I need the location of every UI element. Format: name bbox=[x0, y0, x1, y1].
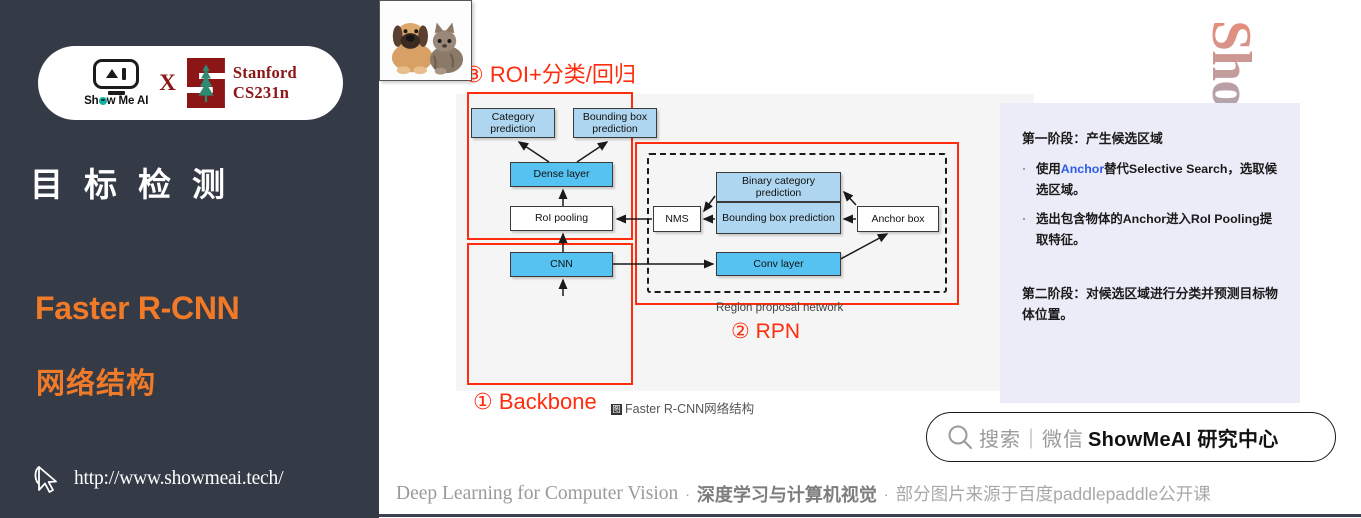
stanford-logo-group: Stanford CS231n bbox=[186, 58, 297, 108]
explanation-inner: 第一阶段：产生候选区域 · 使用Anchor替代Selective Search… bbox=[1000, 103, 1300, 325]
content-area: ShowMeAI ③ ROI+分类/回归 bbox=[379, 0, 1361, 518]
left-title-panel: Sh w Me AI X Stanford CS231n 目标检测 Faster… bbox=[0, 0, 379, 518]
search-bar[interactable]: 搜索｜微信 ShowMeAI 研究中心 bbox=[926, 412, 1336, 462]
footer-english: Deep Learning for Computer Vision bbox=[396, 482, 679, 504]
brand-pill: Sh w Me AI X Stanford CS231n bbox=[38, 46, 343, 120]
node-anchor-box[interactable]: Anchor box bbox=[857, 206, 939, 232]
stanford-tree-icon bbox=[198, 64, 214, 102]
site-url-label[interactable]: http://www.showmeai.tech/ bbox=[74, 468, 283, 490]
figure-caption: 图 Faster R-CNN网络结构 bbox=[611, 398, 754, 417]
showmeai-wordmark: Sh w Me AI bbox=[84, 94, 149, 107]
annotation-backbone-label: ① Backbone bbox=[473, 389, 597, 414]
bullet-text-1: 使用Anchor替代Selective Search，选取候选区域。 bbox=[1036, 159, 1284, 200]
explanation-panel: 第一阶段：产生候选区域 · 使用Anchor替代Selective Search… bbox=[1000, 103, 1300, 403]
footer-chinese-bold: 深度学习与计算机视觉 bbox=[696, 484, 877, 505]
node-bounding-box-prediction-head[interactable]: Bounding box prediction bbox=[573, 108, 657, 138]
bullet-1-pre: 使用 bbox=[1036, 162, 1061, 177]
subtitle-chinese: 网络结构 bbox=[36, 368, 157, 400]
annotation-rpn-label: ② RPN bbox=[731, 320, 800, 343]
logo-dot-icon bbox=[98, 96, 107, 105]
search-icon bbox=[948, 425, 972, 449]
caret-shape bbox=[106, 69, 119, 79]
stanford-line2: CS231n bbox=[232, 83, 290, 102]
search-brand-label: ShowMeAI 研究中心 bbox=[1088, 428, 1279, 451]
stage2-paragraph: 第二阶段：对候选区域进行分类并预测目标物体位置。 bbox=[1022, 286, 1278, 322]
slide-root: Sh w Me AI X Stanford CS231n 目标检测 Faster… bbox=[0, 0, 1361, 518]
stanford-line1: Stanford bbox=[232, 63, 297, 83]
footer-chinese-note: 部分图片来源于百度paddlepaddle公开课 bbox=[895, 484, 1211, 504]
node-conv-layer[interactable]: Conv layer bbox=[716, 252, 841, 276]
node-binary-category-prediction[interactable]: Binary category prediction bbox=[716, 172, 841, 202]
bullet-1-highlight: Anchor bbox=[1060, 162, 1105, 177]
site-link-row[interactable]: http://www.showmeai.tech/ bbox=[32, 463, 283, 495]
footer-separator-2: · bbox=[883, 485, 889, 502]
stage1-heading: 第一阶段：产生候选区域 bbox=[1022, 131, 1163, 146]
cursor-icon bbox=[34, 466, 57, 493]
bullet-dot-icon: · bbox=[1022, 161, 1026, 176]
rpn-sublabel: Region proposal network bbox=[716, 302, 844, 314]
stanford-s-icon bbox=[186, 58, 225, 108]
node-dense-layer[interactable]: Dense layer bbox=[510, 162, 613, 187]
cross-symbol: X bbox=[159, 70, 176, 95]
node-bounding-box-prediction-rpn[interactable]: Bounding box prediction bbox=[716, 202, 841, 234]
annotation-roi-label: ③ ROI+分类/回归 bbox=[464, 62, 636, 87]
figure-marker-icon: 图 bbox=[611, 404, 622, 415]
search-input[interactable]: 搜索｜微信 bbox=[979, 423, 1084, 452]
stanford-course-label: Stanford CS231n bbox=[233, 63, 297, 103]
page-title: 目标检测 bbox=[30, 166, 246, 203]
showmeai-logo: Sh w Me AI bbox=[84, 58, 149, 108]
subtitle-english: Faster R-CNN bbox=[35, 290, 240, 326]
bullet-text-2: 选出包含物体的Anchor进入RoI Pooling提取特征。 bbox=[1036, 212, 1273, 247]
dog-cat-illustration bbox=[380, 1, 471, 80]
node-roi-pooling[interactable]: RoI pooling bbox=[510, 206, 613, 231]
input-image-dog-cat bbox=[379, 0, 472, 81]
list-item: · 选出包含物体的Anchor进入RoI Pooling提取特征。 bbox=[1022, 209, 1284, 250]
node-cnn[interactable]: CNN bbox=[510, 252, 613, 277]
node-nms[interactable]: NMS bbox=[653, 206, 701, 232]
figure-caption-text: Faster R-CNN网络结构 bbox=[625, 402, 755, 416]
bar-shape bbox=[122, 67, 127, 80]
bullet-dot-icon: · bbox=[1022, 211, 1026, 226]
footer-bar: Deep Learning for Computer Vision · 深度学习… bbox=[379, 473, 1361, 514]
footer-rule bbox=[379, 514, 1361, 517]
footer-separator-1: · bbox=[685, 485, 690, 502]
node-category-prediction[interactable]: Category prediction bbox=[471, 108, 555, 138]
showmeai-mark-icon bbox=[93, 58, 140, 89]
list-item: · 使用Anchor替代Selective Search，选取候选区域。 bbox=[1022, 159, 1284, 200]
